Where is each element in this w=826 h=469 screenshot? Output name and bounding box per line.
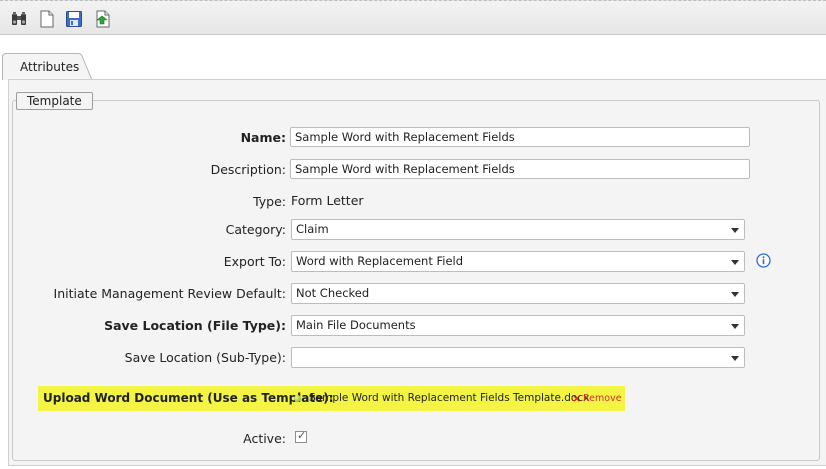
toolbar <box>0 0 826 35</box>
uploaded-file-name[interactable]: Sample Word with Replacement Fields Temp… <box>309 392 589 404</box>
save-location-file-select[interactable]: Main File Documents <box>291 315 745 336</box>
checkmark-icon: ✓ <box>297 429 307 442</box>
template-legend: Template <box>16 92 93 110</box>
upload-label: Upload Word Document (Use as Template): <box>43 391 334 405</box>
mgmt-review-select-value: Not Checked <box>296 286 370 300</box>
mgmt-review-select[interactable]: Not Checked <box>291 283 745 304</box>
chevron-down-icon <box>731 324 739 329</box>
export-to-select-value: Word with Replacement Field <box>296 254 464 268</box>
binoculars-icon[interactable] <box>10 10 28 28</box>
name-input[interactable]: Sample Word with Replacement Fields <box>290 127 750 147</box>
active-label: Active: <box>243 431 286 446</box>
export-to-select[interactable]: Word with Replacement Field <box>291 251 745 272</box>
remove-icon[interactable]: × <box>572 392 581 405</box>
category-select[interactable]: Claim <box>291 219 745 240</box>
chevron-down-icon <box>731 292 739 297</box>
chevron-down-icon <box>731 260 739 265</box>
info-icon[interactable] <box>756 253 771 268</box>
type-label: Type: <box>253 194 286 209</box>
remove-link[interactable]: Remove <box>583 393 622 404</box>
save-icon[interactable] <box>65 10 83 28</box>
description-input[interactable]: Sample Word with Replacement Fields <box>290 159 750 179</box>
upload-status-icon <box>294 395 301 402</box>
description-label: Description: <box>210 162 286 177</box>
export-icon[interactable] <box>94 10 112 28</box>
mgmt-review-label: Initiate Management Review Default: <box>53 286 286 301</box>
export-to-label: Export To: <box>223 254 286 269</box>
save-location-file-label: Save Location (File Type): <box>104 318 286 333</box>
category-label: Category: <box>225 222 286 237</box>
upload-row: Upload Word Document (Use as Template): … <box>38 386 625 411</box>
name-label: Name: <box>240 130 286 145</box>
chevron-down-icon <box>731 356 739 361</box>
chevron-down-icon <box>731 228 739 233</box>
save-location-sub-select[interactable] <box>291 347 745 368</box>
type-value: Form Letter <box>291 193 364 208</box>
tab-attributes-label: Attributes <box>20 60 80 74</box>
save-location-sub-label: Save Location (Sub-Type): <box>124 350 286 365</box>
category-select-value: Claim <box>296 222 329 236</box>
save-location-file-select-value: Main File Documents <box>296 318 416 332</box>
active-checkbox[interactable]: ✓ <box>295 429 307 443</box>
new-document-icon[interactable] <box>38 10 56 28</box>
